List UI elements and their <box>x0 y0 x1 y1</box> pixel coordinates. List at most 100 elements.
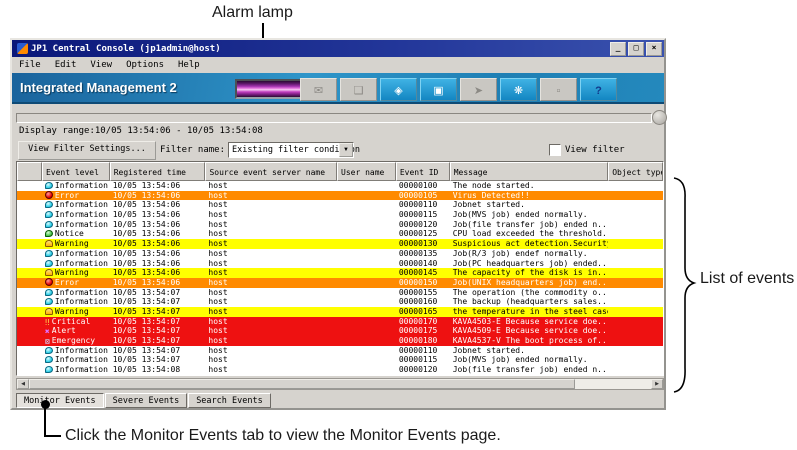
alarm-lamp[interactable] <box>235 79 307 99</box>
object-type-cell <box>608 268 663 278</box>
information-icon <box>45 201 53 208</box>
column-header-user-name[interactable]: User name <box>337 162 396 181</box>
message-cell: The node started. <box>450 181 609 191</box>
column-header-object-type[interactable]: Object type <box>608 162 663 181</box>
tab-monitor-events[interactable]: Monitor Events <box>16 393 104 408</box>
column-header-event-id[interactable]: Event ID <box>396 162 450 181</box>
view-filter-checkbox[interactable] <box>549 144 561 156</box>
table-header: Event levelRegistered timeSource event s… <box>17 162 663 181</box>
registered-time-cell: 10/05 13:54:06 <box>110 278 206 288</box>
menu-edit[interactable]: Edit <box>55 60 77 70</box>
table-row[interactable]: ‼Critical10/05 13:54:07host00000170KAVA4… <box>17 317 663 327</box>
close-button[interactable]: × <box>646 42 662 56</box>
table-row[interactable]: Warning10/05 13:54:06host00000130Suspici… <box>17 239 663 249</box>
screenshot-page: Alarm lamp JP1 Central Console (jp1admin… <box>0 0 797 450</box>
scrollbar-thumb[interactable] <box>29 379 575 389</box>
menu-help[interactable]: Help <box>178 60 200 70</box>
horizontal-scrollbar[interactable]: ◀ ▶ <box>16 378 664 390</box>
event-level-cell: Warning <box>42 307 110 317</box>
table-row[interactable]: Error10/05 13:54:06host00000105Virus Det… <box>17 191 663 201</box>
filter-name-dropdown[interactable]: Existing filter condition ▼ <box>228 142 354 158</box>
row-select-cell <box>17 181 42 191</box>
object-type-cell <box>608 278 663 288</box>
warning-icon <box>45 240 53 247</box>
event-level-cell: Warning <box>42 239 110 249</box>
user-name-cell <box>337 297 396 307</box>
menu-file[interactable]: File <box>19 60 41 70</box>
user-name-cell <box>337 259 396 269</box>
message-cell: Jobnet started. <box>450 200 609 210</box>
column-header-registered-time[interactable]: Registered time <box>110 162 206 181</box>
window-controls: _□× <box>608 42 662 56</box>
table-row[interactable]: Information10/05 13:54:07host00000155The… <box>17 288 663 298</box>
object-type-cell <box>608 365 663 375</box>
user-name-cell <box>337 268 396 278</box>
event-level-text: Warning <box>55 239 89 248</box>
table-row[interactable]: Information10/05 13:54:06host00000135Job… <box>17 249 663 259</box>
app-icon <box>17 43 28 54</box>
event-level-cell: Information <box>42 288 110 298</box>
information-icon <box>45 347 53 354</box>
source-server-cell: host <box>205 249 337 259</box>
registered-time-cell: 10/05 13:54:06 <box>110 229 206 239</box>
table-row[interactable]: Information10/05 13:54:06host00000140Job… <box>17 259 663 269</box>
view-filter-settings-button[interactable]: View Filter Settings... <box>18 141 156 160</box>
table-row[interactable]: Information10/05 13:54:08host00000120Job… <box>17 365 663 375</box>
window-button[interactable]: ▣ <box>420 78 457 101</box>
table-row[interactable]: ⊠Emergency10/05 13:54:07host00000180KAVA… <box>17 336 663 346</box>
table-row[interactable]: ✖Alert10/05 13:54:07host00000175KAVA4509… <box>17 326 663 336</box>
frame-button: ▫ <box>540 78 577 101</box>
gem-button[interactable]: ◈ <box>380 78 417 101</box>
event-level-cell: Information <box>42 181 110 191</box>
column-header-event-level[interactable]: Event level <box>42 162 110 181</box>
column-header-source-event-server-name[interactable]: Source event server name <box>205 162 337 181</box>
menu-view[interactable]: View <box>90 60 112 70</box>
tab-search-events[interactable]: Search Events <box>188 393 271 408</box>
pane-knob[interactable] <box>652 110 667 125</box>
title-bar: JP1 Central Console (jp1admin@host) _□× <box>12 40 664 57</box>
alert-icon: ✖ <box>45 327 50 336</box>
object-type-cell <box>608 297 663 307</box>
row-select-cell <box>17 191 42 201</box>
event-level-text: Information <box>55 288 108 297</box>
source-server-cell: host <box>205 229 337 239</box>
registered-time-cell: 10/05 13:54:07 <box>110 355 206 365</box>
table-row[interactable]: Information10/05 13:54:06host00000110Job… <box>17 200 663 210</box>
message-cell: Job(file transfer job) ended n... <box>450 365 609 375</box>
table-row[interactable]: Information10/05 13:54:07host00000160The… <box>17 297 663 307</box>
table-row[interactable]: Notice10/05 13:54:06host00000125CPU load… <box>17 229 663 239</box>
table-row[interactable]: Warning10/05 13:54:06host00000145The cap… <box>17 268 663 278</box>
user-name-cell <box>337 220 396 230</box>
maximize-button[interactable]: □ <box>628 42 644 56</box>
table-row[interactable]: Warning10/05 13:54:07host00000165the tem… <box>17 307 663 317</box>
menu-options[interactable]: Options <box>126 60 164 70</box>
help-button[interactable]: ? <box>580 78 617 101</box>
column-header-select[interactable] <box>17 162 42 181</box>
table-row[interactable]: Information10/05 13:54:06host00000100The… <box>17 181 663 191</box>
object-type-cell <box>608 239 663 249</box>
tab-severe-events[interactable]: Severe Events <box>105 393 188 408</box>
table-row[interactable]: Error10/05 13:54:06host00000150Job(UNIX … <box>17 278 663 288</box>
user-name-cell <box>337 210 396 220</box>
table-row[interactable]: Information10/05 13:54:06host00000120Job… <box>17 220 663 230</box>
table-row[interactable]: Information10/05 13:54:07host00000110Job… <box>17 346 663 356</box>
scroll-left-icon[interactable]: ◀ <box>17 379 29 389</box>
object-type-cell <box>608 181 663 191</box>
pointer-button: ➤ <box>460 78 497 101</box>
registered-time-cell: 10/05 13:54:07 <box>110 326 206 336</box>
row-select-cell <box>17 317 42 327</box>
table-row[interactable]: Information10/05 13:54:07host00000115Job… <box>17 355 663 365</box>
message-cell: the temperature in the steel case <box>450 307 609 317</box>
registered-time-cell: 10/05 13:54:06 <box>110 249 206 259</box>
row-select-cell <box>17 336 42 346</box>
badge-button[interactable]: ❋ <box>500 78 537 101</box>
user-name-cell <box>337 307 396 317</box>
chevron-down-icon[interactable]: ▼ <box>339 143 353 157</box>
registered-time-cell: 10/05 13:54:06 <box>110 239 206 249</box>
scroll-right-icon[interactable]: ▶ <box>651 379 663 389</box>
table-row[interactable]: Information10/05 13:54:06host00000115Job… <box>17 210 663 220</box>
event-level-text: Emergency <box>52 336 95 345</box>
event-level-cell: Notice <box>42 229 110 239</box>
column-header-message[interactable]: Message <box>450 162 609 181</box>
minimize-button[interactable]: _ <box>610 42 626 56</box>
